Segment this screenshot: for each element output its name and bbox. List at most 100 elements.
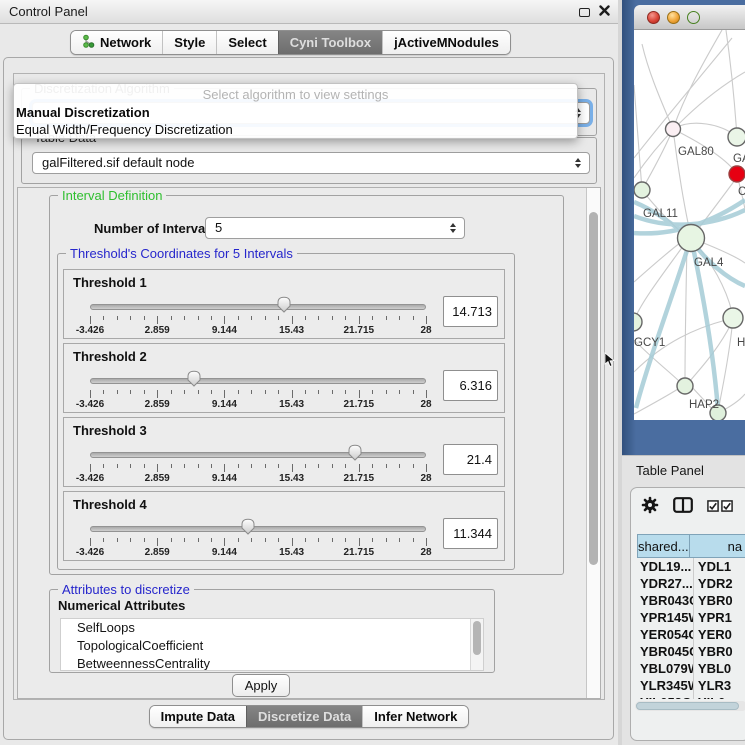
slider-track[interactable] bbox=[90, 526, 426, 532]
table-cell[interactable]: YBR0 bbox=[694, 643, 745, 660]
slider-scale-labels: -3.4262.8599.14415.4321.71528 bbox=[90, 547, 426, 559]
table-cell[interactable]: YER0 bbox=[694, 626, 745, 643]
table-cell[interactable]: YBL079W bbox=[637, 660, 694, 677]
table-cell[interactable]: YBR045C bbox=[637, 643, 694, 660]
table-row[interactable]: YPR145WYPR1 bbox=[637, 609, 745, 626]
table-cell[interactable]: YBR043C bbox=[637, 592, 694, 609]
network-canvas[interactable]: GAL80 GA C GAL11 GAL4 GCY1 H HAP2 bbox=[634, 30, 745, 420]
close-traffic-light-icon[interactable] bbox=[647, 11, 660, 24]
tab-network[interactable]: Network bbox=[71, 31, 162, 54]
list-item[interactable]: SelfLoops bbox=[61, 619, 483, 637]
settings-scrollpane: Interval Definition Number of Intervals … bbox=[17, 187, 601, 699]
table-panel-title: Table Panel bbox=[636, 463, 704, 478]
tab-cyni-toolbox[interactable]: Cyni Toolbox bbox=[278, 31, 382, 54]
tab-style[interactable]: Style bbox=[162, 31, 216, 54]
node-hap2[interactable] bbox=[677, 378, 693, 394]
tab-impute-data[interactable]: Impute Data bbox=[150, 706, 246, 727]
slider-thumb[interactable] bbox=[187, 370, 202, 392]
list-item[interactable]: TopologicalCoefficient bbox=[61, 637, 483, 655]
table-cell[interactable]: YIL052C bbox=[637, 694, 694, 699]
tab-discretize-data[interactable]: Discretize Data bbox=[246, 706, 362, 727]
slider-scale-labels: -3.4262.8599.14415.4321.71528 bbox=[90, 473, 426, 485]
slider-thumb[interactable] bbox=[240, 518, 255, 540]
slider-track[interactable] bbox=[90, 378, 426, 384]
threshold-4-value-field[interactable] bbox=[443, 518, 498, 549]
table-cell[interactable]: YBR0 bbox=[694, 592, 745, 609]
attributes-group-label: Attributes to discretize bbox=[58, 582, 194, 597]
table-cell[interactable]: YIL0 bbox=[694, 694, 745, 699]
node-partial-top-right[interactable] bbox=[728, 128, 745, 146]
table-cell[interactable]: YDR27... bbox=[637, 575, 694, 592]
table-cell[interactable]: YLR3 bbox=[694, 677, 745, 694]
table-cell[interactable]: YLR345W bbox=[637, 677, 694, 694]
table-row[interactable]: YBR043CYBR0 bbox=[637, 592, 745, 609]
table-row[interactable]: YDR27...YDR2 bbox=[637, 575, 745, 592]
gear-icon[interactable] bbox=[641, 496, 659, 519]
float-icon[interactable] bbox=[579, 8, 590, 17]
table-horizontal-scrollbar[interactable] bbox=[635, 701, 745, 711]
threshold-2-value-field[interactable] bbox=[443, 370, 498, 401]
minimize-traffic-light-icon[interactable] bbox=[667, 11, 680, 24]
tab-network-label: Network bbox=[100, 35, 151, 50]
threshold-3-slider[interactable]: -3.4262.8599.14415.4321.71528 bbox=[90, 418, 426, 488]
number-of-intervals-value: 5 bbox=[215, 218, 445, 238]
table-cell[interactable]: YBL0 bbox=[694, 660, 745, 677]
tab-infer-network[interactable]: Infer Network bbox=[362, 706, 468, 727]
apply-button[interactable]: Apply bbox=[232, 674, 290, 697]
table-rows: YDL19...YDL1YDR27...YDR2YBR043CYBR0YPR14… bbox=[637, 558, 745, 699]
slider-ticks bbox=[90, 538, 426, 547]
list-item[interactable]: BetweennessCentrality bbox=[61, 655, 483, 671]
threshold-3-value-field[interactable] bbox=[443, 444, 498, 475]
table-row[interactable]: YDL19...YDL1 bbox=[637, 558, 745, 575]
table-cell[interactable]: YDL19... bbox=[637, 558, 694, 575]
slider-thumb[interactable] bbox=[348, 444, 363, 466]
popup-option-equal-width-frequency[interactable]: Equal Width/Frequency Discretization bbox=[14, 121, 577, 138]
popup-option-manual-discretization[interactable]: Manual Discretization bbox=[14, 104, 577, 121]
thresholds-group: Threshold's Coordinates for 5 Intervals … bbox=[57, 253, 515, 570]
table-data-combo[interactable]: galFiltered.sif default node bbox=[32, 152, 590, 174]
columns-icon[interactable] bbox=[673, 497, 693, 518]
numerical-attributes-list[interactable]: SelfLoopsTopologicalCoefficientBetweenne… bbox=[60, 618, 484, 671]
node-h[interactable] bbox=[723, 308, 743, 328]
threshold-1-slider[interactable]: -3.4262.8599.14415.4321.71528 bbox=[90, 270, 426, 340]
column-header-shared[interactable]: shared... bbox=[637, 534, 690, 558]
network-window-titlebar[interactable] bbox=[634, 5, 745, 30]
node-gal4[interactable] bbox=[678, 225, 705, 252]
node-gcy1[interactable] bbox=[634, 313, 642, 331]
table-cell[interactable]: YPR145W bbox=[637, 609, 694, 626]
scrollbar-thumb[interactable] bbox=[636, 702, 739, 710]
close-icon[interactable] bbox=[599, 0, 610, 24]
table-row[interactable]: YER054CYER0 bbox=[637, 626, 745, 643]
threshold-1-value-field[interactable] bbox=[443, 296, 498, 327]
table-row[interactable]: YIL052CYIL0 bbox=[637, 694, 745, 699]
slider-track[interactable] bbox=[90, 304, 426, 310]
settings-vertical-scrollbar[interactable] bbox=[586, 188, 600, 698]
tab-select[interactable]: Select bbox=[216, 31, 277, 54]
threshold-2-slider[interactable]: -3.4262.8599.14415.4321.71528 bbox=[90, 344, 426, 414]
node-table-panel: shared... na YDL19...YDL1YDR27...YDR2YBR… bbox=[630, 487, 745, 741]
checkbox-checked-icon[interactable] bbox=[721, 499, 733, 517]
top-tab-bar: Network Style Select Cyni Toolbox jActiv… bbox=[70, 30, 511, 55]
threshold-4-slider[interactable]: -3.4262.8599.14415.4321.71528 bbox=[90, 492, 426, 562]
slider-track[interactable] bbox=[90, 452, 426, 458]
slider-thumb[interactable] bbox=[276, 296, 291, 318]
number-of-intervals-combo[interactable]: 5 bbox=[205, 217, 465, 239]
zoom-traffic-light-icon[interactable] bbox=[687, 11, 700, 24]
scrollbar-thumb[interactable] bbox=[589, 212, 598, 565]
table-row[interactable]: YLR345WYLR3 bbox=[637, 677, 745, 694]
tab-jactivemnodules[interactable]: jActiveMNodules bbox=[382, 31, 510, 54]
checkbox-checked-icon[interactable] bbox=[707, 499, 719, 517]
table-cell[interactable]: YPR1 bbox=[694, 609, 745, 626]
table-row[interactable]: YBL079WYBL0 bbox=[637, 660, 745, 677]
table-cell[interactable]: YDL1 bbox=[694, 558, 745, 575]
node-gal80[interactable] bbox=[666, 122, 681, 137]
table-cell[interactable]: YER054C bbox=[637, 626, 694, 643]
node-gal11[interactable] bbox=[634, 182, 650, 198]
column-header-name[interactable]: na bbox=[690, 534, 745, 558]
table-panel-section: Table Panel shared... na YDL19...YDL1YDR… bbox=[622, 455, 745, 745]
attributes-scrollbar[interactable] bbox=[470, 619, 483, 670]
table-cell[interactable]: YDR2 bbox=[694, 575, 745, 592]
table-row[interactable]: YBR045CYBR0 bbox=[637, 643, 745, 660]
interval-definition-label: Interval Definition bbox=[58, 188, 166, 203]
node-red-selected[interactable] bbox=[729, 166, 745, 182]
